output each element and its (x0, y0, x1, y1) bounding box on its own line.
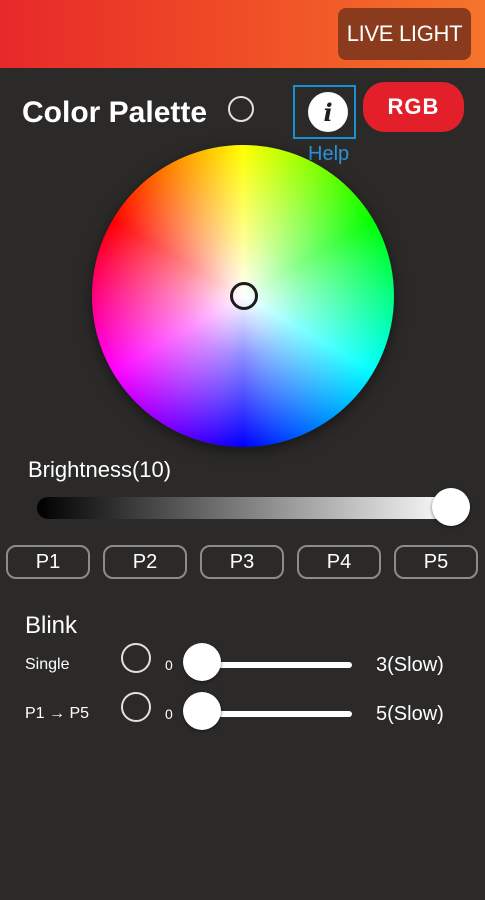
blink-sequence-radio[interactable] (121, 692, 151, 722)
preset-button-p5[interactable]: P5 (394, 545, 478, 579)
help-button[interactable]: i (293, 85, 356, 139)
live-light-button[interactable]: LIVE LIGHT (338, 8, 471, 60)
page-title: Color Palette (22, 96, 208, 129)
blink-single-slider-track[interactable] (200, 662, 352, 668)
preset-row: P1 P2 P3 P4 P5 (6, 545, 481, 579)
rgb-button[interactable]: RGB (363, 82, 464, 132)
preset-button-p1[interactable]: P1 (6, 545, 90, 579)
brightness-slider-track[interactable] (37, 497, 455, 519)
blink-section-title: Blink (25, 612, 78, 639)
info-icon: i (308, 92, 348, 132)
blink-single-slider-thumb[interactable] (183, 643, 221, 681)
blink-single-radio[interactable] (121, 643, 151, 673)
color-palette-radio[interactable] (228, 96, 254, 122)
brightness-slider-thumb[interactable] (432, 488, 470, 526)
blink-single-max: 3(Slow) (376, 654, 444, 676)
blink-single-min: 0 (165, 657, 173, 673)
blink-sequence-slider-thumb[interactable] (183, 692, 221, 730)
brightness-label: Brightness(10) (28, 457, 172, 482)
preset-button-p2[interactable]: P2 (103, 545, 187, 579)
preset-button-p3[interactable]: P3 (200, 545, 284, 579)
blink-sequence-min: 0 (165, 706, 173, 722)
blink-single-label: Single (25, 656, 70, 673)
top-bar: LIVE LIGHT (0, 0, 485, 68)
blink-sequence-max: 5(Slow) (376, 703, 444, 725)
preset-button-p4[interactable]: P4 (297, 545, 381, 579)
blink-sequence-label: P1 → P5 (25, 705, 90, 722)
blink-sequence-slider-track[interactable] (200, 711, 352, 717)
color-wheel-cursor[interactable] (230, 282, 258, 310)
